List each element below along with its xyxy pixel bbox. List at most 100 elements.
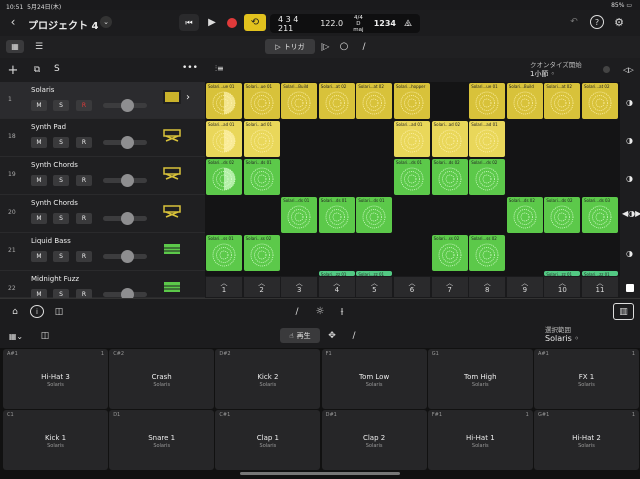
loop-cell[interactable]: Solari...hopper [394, 83, 430, 119]
drum-pad[interactable]: A#1 1 FX 1 Solaris [534, 349, 639, 409]
record-enable-button[interactable]: R [76, 251, 92, 262]
play-from-icon[interactable]: |▷ [318, 40, 332, 53]
mute-button[interactable]: M [31, 100, 47, 111]
loop-cell[interactable]: Solari...zz 01 [582, 271, 618, 276]
loop-cell[interactable]: Solari...ds 02 [544, 197, 581, 233]
loop-cell[interactable]: Solari...Build [281, 83, 318, 119]
column-trigger[interactable]: ︿ 7 [431, 277, 469, 297]
grid-settings-icon[interactable]: ⫶≡ [215, 64, 224, 74]
range-selector[interactable]: Solaris ◦ [545, 334, 579, 343]
pencil-pad-icon[interactable]: ∕ [347, 329, 361, 342]
project-title[interactable]: プロジェクト 4 [28, 17, 98, 32]
loop-cell[interactable]: Solari...zz 01 [356, 271, 393, 276]
column-trigger[interactable]: ︿ 5 [356, 277, 394, 297]
drum-pad[interactable]: C1 Kick 1 Solaris [3, 410, 108, 470]
loop-cell[interactable]: Solari...ad 01 [243, 121, 280, 157]
loop-cell[interactable]: Solari...ds 01 [243, 159, 280, 195]
column-trigger[interactable]: ︿ 8 [469, 277, 507, 297]
track-row[interactable]: 1 Solaris M S R › [0, 82, 205, 119]
loop-cell[interactable]: Solari...ad 01 [206, 121, 242, 157]
loop-cell[interactable]: Solari...ds 02 [206, 159, 242, 195]
drum-pad[interactable]: G1 Tom High Solaris [427, 349, 533, 409]
track-row[interactable]: 21 Liquid Bass M S R [0, 233, 205, 271]
pencil-edit-icon[interactable]: ∕ [290, 305, 304, 318]
scene-icon-2[interactable]: ◑ [626, 136, 633, 145]
trigger-mode-button[interactable]: ▷ トリガ [265, 39, 315, 54]
drum-pad[interactable]: G#1 1 Hi-Hat 2 Solaris [534, 410, 639, 470]
stop-circle-icon[interactable]: ○ [337, 40, 351, 53]
collapse-icon[interactable]: ◁▷ [623, 66, 634, 74]
loop-cell[interactable]: Solari...zz 01 [544, 271, 581, 276]
help-icon[interactable]: ? [590, 15, 604, 29]
brightness-icon[interactable]: ☼ [313, 305, 327, 318]
move-icon[interactable]: ✥ [325, 329, 339, 342]
drum-pad[interactable]: D1 Snare 1 Solaris [109, 410, 215, 470]
lcd-display[interactable]: 4 3 4 211 122.0 4/4 D maj 1234 ⧌ [270, 14, 420, 33]
loop-cell[interactable]: Solari...ss 02 [431, 235, 468, 271]
loop-cell[interactable]: Solari...at 02 [582, 83, 618, 119]
panel-icon[interactable]: ◫ [52, 305, 66, 318]
column-trigger[interactable]: ︿ 9 [506, 277, 544, 297]
column-trigger[interactable]: ︿ 2 [243, 277, 281, 297]
volume-knob[interactable] [121, 136, 134, 149]
loop-cell[interactable]: Solari...ds 01 [318, 197, 355, 233]
loop-cell[interactable]: Solari...ss 02 [469, 235, 506, 271]
loop-cell[interactable]: Solari...ds 02 [469, 159, 506, 195]
sidebar-icon[interactable]: ◫ [38, 330, 52, 342]
loop-cell[interactable]: Solari...zz 01 [318, 271, 355, 276]
drum-pad[interactable]: D#1 Clap 2 Solaris [321, 410, 427, 470]
loop-cell[interactable]: Solari...ss 01 [206, 235, 242, 271]
record-button[interactable] [227, 18, 237, 28]
mute-button[interactable]: M [31, 251, 47, 262]
mixer-icon[interactable]: ⫲ [335, 305, 349, 318]
solo-button[interactable]: S [53, 213, 69, 224]
scene-icon-3[interactable]: ◑ [626, 174, 633, 183]
play-button[interactable]: ▶ [203, 14, 221, 31]
scene-icon-1[interactable]: ◑ [626, 98, 633, 107]
column-trigger[interactable]: ︿ 3 [281, 277, 319, 297]
add-track-icon[interactable]: + [6, 63, 20, 78]
pencil-icon[interactable]: ∕ [357, 40, 371, 53]
track-row[interactable]: 18 Synth Pad M S R [0, 119, 205, 157]
grid-layout-icon[interactable]: ▦⌄ [8, 330, 24, 342]
track-row[interactable]: 20 Synth Chords M S R [0, 195, 205, 233]
loop-cell[interactable]: Solari...ds 03 [582, 197, 618, 233]
quantize-value[interactable]: 1小節 ◦ [530, 69, 555, 79]
info-icon[interactable]: i [30, 305, 44, 318]
drum-pad[interactable]: C#2 Crash Solaris [109, 349, 215, 409]
back-icon[interactable]: ‹ [6, 14, 20, 30]
loop-cell[interactable]: Solari...ds 02 [506, 197, 543, 233]
solo-filter-button[interactable]: S [54, 64, 60, 74]
grid-view-icon[interactable]: ▦ [6, 40, 24, 53]
list-view-icon[interactable]: ☰ [30, 40, 48, 53]
loop-cell[interactable]: Solari...ss 02 [243, 235, 280, 271]
loop-cell[interactable]: Solari...at 02 [356, 83, 393, 119]
column-trigger[interactable]: ︿ 6 [394, 277, 431, 297]
play-mode-button[interactable]: ☝ 再生 [280, 328, 320, 343]
drum-pad[interactable]: F#1 1 Hi-Hat 1 Solaris [427, 410, 533, 470]
metronome-icon[interactable]: ⧌ [404, 19, 412, 29]
loop-cell[interactable]: Solari...ue 01 [206, 83, 242, 119]
more-icon[interactable]: ••• [182, 63, 198, 73]
solo-button[interactable]: S [53, 100, 69, 111]
column-trigger[interactable]: ︿ 10 [544, 277, 582, 297]
solo-button[interactable]: S [53, 175, 69, 186]
loop-cell[interactable]: Solari...ue 01 [469, 83, 506, 119]
column-trigger[interactable]: ︿ 11 [582, 277, 619, 297]
solo-button[interactable]: S [53, 251, 69, 262]
chevron-right-icon[interactable]: › [186, 92, 190, 103]
volume-knob[interactable] [121, 212, 134, 225]
record-enable-button[interactable]: R [76, 137, 92, 148]
column-trigger[interactable]: ︿ 4 [318, 277, 356, 297]
loop-cell[interactable]: Solari...ad 02 [431, 121, 468, 157]
solo-button[interactable]: S [53, 137, 69, 148]
loop-button[interactable]: ⟲ [244, 14, 266, 31]
record-enable-button[interactable]: R [76, 213, 92, 224]
volume-knob[interactable] [121, 99, 134, 112]
loop-cell[interactable]: Solari...ds 01 [356, 197, 393, 233]
rewind-button[interactable]: ⏮ [179, 14, 199, 31]
undo-icon[interactable]: ↶ [567, 15, 581, 29]
record-enable-button[interactable]: R [76, 175, 92, 186]
drum-pad[interactable]: A#1 1 Hi-Hat 3 Solaris [3, 349, 108, 409]
drum-pad[interactable]: D#2 Kick 2 Solaris [215, 349, 321, 409]
